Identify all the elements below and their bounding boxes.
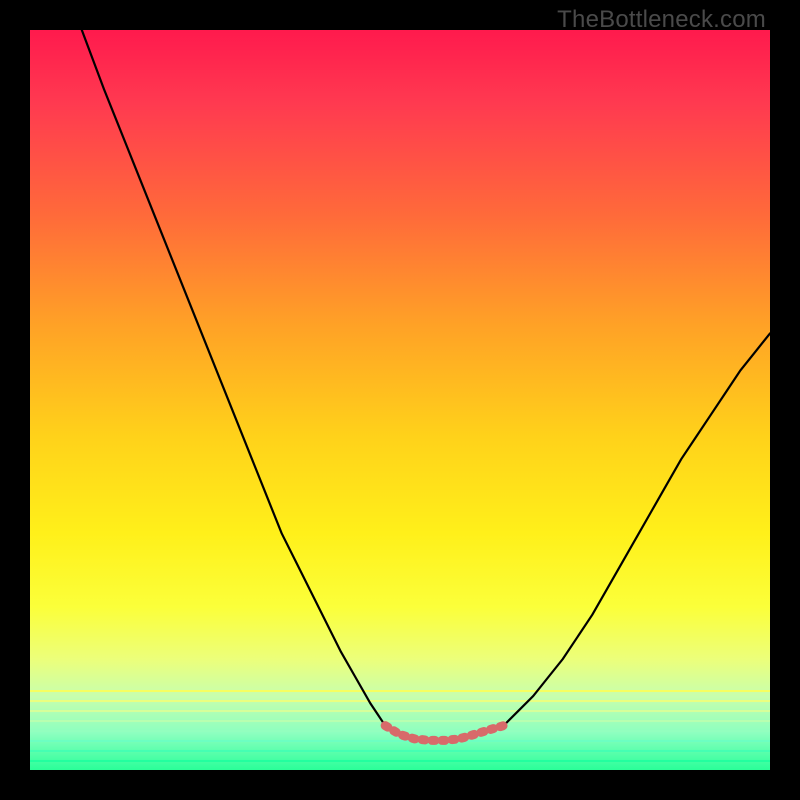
- curve-left-branch: [82, 30, 385, 726]
- watermark-text: TheBottleneck.com: [557, 6, 766, 34]
- chart-container: TheBottleneck.com: [0, 0, 800, 800]
- curve-right-branch: [504, 333, 770, 725]
- bottleneck-curve-svg: [30, 30, 770, 770]
- curve-bottom-accent: [385, 726, 503, 741]
